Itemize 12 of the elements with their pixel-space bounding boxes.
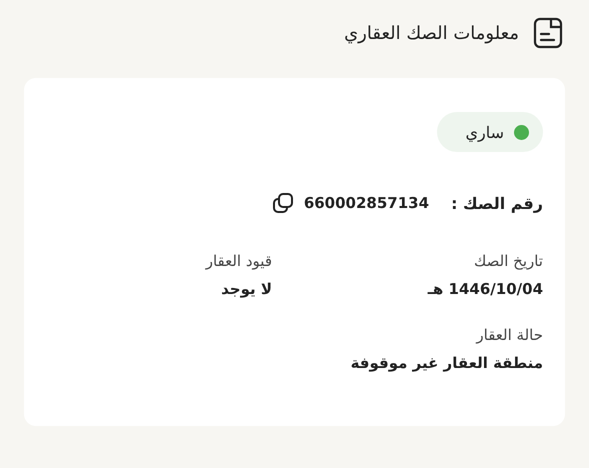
field-label: حالة العقار bbox=[476, 326, 543, 344]
field-label: قيود العقار bbox=[206, 252, 272, 270]
field-label: تاريخ الصك bbox=[474, 252, 543, 270]
copy-icon[interactable] bbox=[272, 192, 294, 214]
field-value: 1446/10/04 هـ bbox=[428, 280, 543, 298]
document-icon bbox=[533, 17, 563, 49]
status-badge: ساري bbox=[437, 112, 543, 152]
field-value: لا يوجد bbox=[221, 280, 272, 298]
section-title: معلومات الصك العقاري bbox=[344, 22, 519, 44]
deed-number: 660002857134 bbox=[304, 194, 430, 212]
deed-number-label: رقم الصك : bbox=[451, 194, 543, 212]
field-value: منطقة العقار غير موقوفة bbox=[350, 354, 543, 372]
